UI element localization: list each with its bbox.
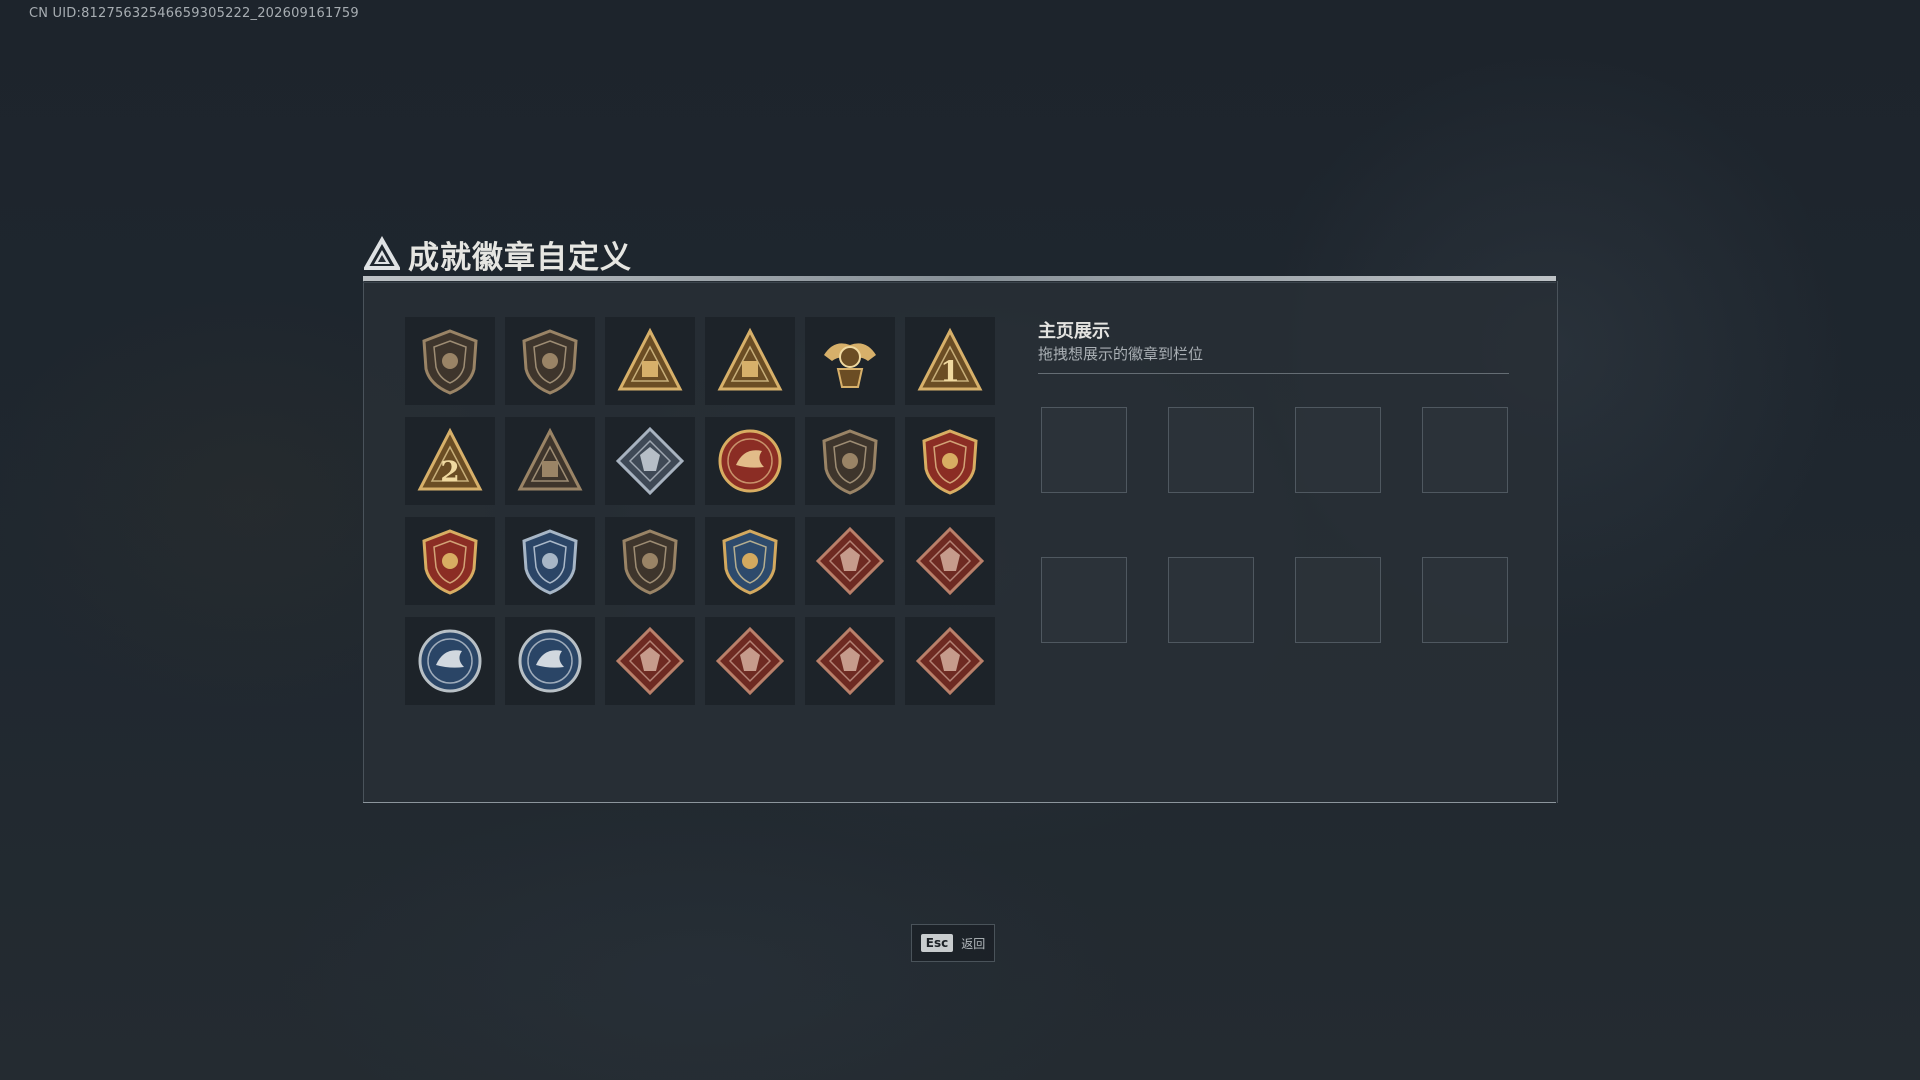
tower-triangle-badge[interactable]	[605, 317, 695, 405]
triangle-emblem-icon	[364, 236, 400, 270]
back-button[interactable]: Esc 返回	[911, 924, 995, 962]
wolf-diamond-icon	[815, 526, 885, 596]
soldiers-triangle-icon	[517, 427, 583, 491]
eagle-round-icon	[418, 629, 482, 693]
showcase-slot-7[interactable]	[1295, 557, 1381, 643]
vehicle-triangle-icon	[717, 327, 783, 391]
rank-one-triangle-badge[interactable]: 1	[905, 317, 995, 405]
rifle-shield-badge[interactable]	[605, 517, 695, 605]
lion-diamond-icon	[815, 626, 885, 696]
lion-diamond-badge[interactable]	[805, 617, 895, 705]
showcase-divider	[1038, 373, 1509, 374]
eagle-round-badge-1[interactable]	[405, 617, 495, 705]
cube-diamond-badge[interactable]	[605, 417, 695, 505]
bear-diamond-badge[interactable]	[705, 617, 795, 705]
dragon-diamond-badge[interactable]	[605, 617, 695, 705]
soldiers-triangle-badge[interactable]	[505, 417, 595, 505]
winged-red-shield-icon	[922, 429, 978, 495]
showcase-slot-4[interactable]	[1422, 407, 1508, 493]
screen: CN UID:81275632546659305222_202609161759…	[0, 0, 1920, 1080]
winged-emblem-icon	[422, 529, 478, 595]
showcase-slot-5[interactable]	[1041, 557, 1127, 643]
vehicle-triangle-badge[interactable]	[705, 317, 795, 405]
showcase-slot-8[interactable]	[1422, 557, 1508, 643]
eagle-crest-icon	[824, 343, 876, 388]
dragon-diamond-icon	[615, 626, 685, 696]
star-medal-badge[interactable]	[705, 417, 795, 505]
badge-panel: 1 2	[363, 281, 1558, 803]
svg-text:2: 2	[440, 455, 459, 488]
page-title: 成就徽章自定义	[408, 239, 632, 276]
header-divider-shadow	[363, 282, 1556, 283]
rank-one-triangle-icon: 1	[917, 327, 983, 391]
crosshair-gold-shield-icon	[722, 529, 778, 595]
showcase-title: 主页展示	[1038, 321, 1110, 342]
eagle-round-badge-2[interactable]	[505, 617, 595, 705]
eagle-crest-badge[interactable]	[805, 317, 895, 405]
crosshair-blue-shield-badge[interactable]	[505, 517, 595, 605]
rank-two-triangle-badge[interactable]: 2	[405, 417, 495, 505]
uid-watermark: CN UID:81275632546659305222_202609161759	[29, 6, 359, 21]
rifle-shield-icon	[622, 529, 678, 595]
wolf-diamond-icon	[915, 526, 985, 596]
eagle-round-icon	[518, 629, 582, 693]
showcase-slot-2[interactable]	[1168, 407, 1254, 493]
esc-key-icon: Esc	[920, 934, 954, 952]
helicopter-shield-icon	[522, 329, 578, 395]
triangle-shield-badge[interactable]	[405, 317, 495, 405]
winged-red-shield-badge[interactable]	[905, 417, 995, 505]
insignia-shield-icon	[822, 429, 878, 495]
showcase-slot-1[interactable]	[1041, 407, 1127, 493]
triangle-shield-icon	[422, 329, 478, 395]
crosshair-gold-shield-badge[interactable]	[705, 517, 795, 605]
serpent-diamond-badge[interactable]	[905, 617, 995, 705]
star-medal-icon	[718, 429, 782, 493]
showcase-slot-6[interactable]	[1168, 557, 1254, 643]
bear-diamond-icon	[715, 626, 785, 696]
crosshair-blue-shield-icon	[522, 529, 578, 595]
panel-bottom-border	[363, 802, 1556, 803]
insignia-shield-badge[interactable]	[805, 417, 895, 505]
svg-text:1: 1	[940, 355, 959, 388]
wolf-diamond-badge-1[interactable]	[805, 517, 895, 605]
winged-emblem-badge[interactable]	[405, 517, 495, 605]
showcase-slot-3[interactable]	[1295, 407, 1381, 493]
serpent-diamond-icon	[915, 626, 985, 696]
showcase-subtitle: 拖拽想展示的徽章到栏位	[1038, 345, 1204, 363]
rank-two-triangle-icon: 2	[417, 427, 483, 491]
wolf-diamond-badge-2[interactable]	[905, 517, 995, 605]
title-bar: 成就徽章自定义	[364, 232, 632, 276]
cube-diamond-icon	[615, 426, 685, 496]
tower-triangle-icon	[617, 327, 683, 391]
back-label: 返回	[961, 936, 986, 951]
helicopter-shield-badge[interactable]	[505, 317, 595, 405]
